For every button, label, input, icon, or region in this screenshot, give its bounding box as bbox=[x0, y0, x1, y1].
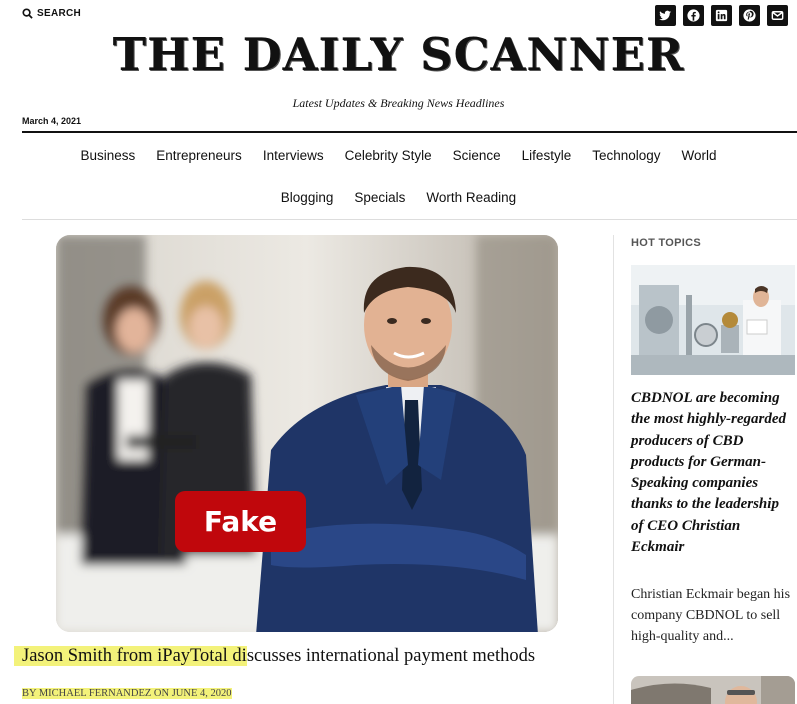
fake-badge: Fake bbox=[175, 491, 306, 552]
search-button[interactable]: SEARCH bbox=[22, 8, 81, 19]
nav-item-blogging[interactable]: Blogging bbox=[281, 190, 334, 205]
article-headline[interactable]: Jason Smith from iPayTotal discusses int… bbox=[22, 645, 582, 667]
site-tagline: Latest Updates & Breaking News Headlines bbox=[292, 96, 505, 110]
header-divider bbox=[22, 131, 797, 133]
sidebar-divider bbox=[613, 235, 614, 704]
headline-highlight: Jason Smith from iPayTotal di bbox=[22, 646, 247, 666]
secondary-nav: Blogging Specials Worth Reading bbox=[0, 190, 797, 205]
search-icon bbox=[22, 8, 33, 19]
facebook-icon[interactable] bbox=[683, 5, 704, 26]
next-hot-topic-thumbnail[interactable] bbox=[631, 676, 795, 704]
hot-topic-thumbnail[interactable] bbox=[631, 265, 795, 375]
search-label: SEARCH bbox=[37, 8, 82, 19]
nav-item-science[interactable]: Science bbox=[453, 148, 501, 163]
article-byline: BY MICHAEL FERNANDEZ ON JUNE 4, 2020 bbox=[22, 688, 232, 699]
nav-item-entrepreneurs[interactable]: Entrepreneurs bbox=[156, 148, 242, 163]
nav-item-specials[interactable]: Specials bbox=[354, 190, 405, 205]
byline-highlight: BY MICHAEL FERNANDEZ ON JUNE 4, 2020 bbox=[22, 688, 232, 699]
nav-divider bbox=[22, 219, 797, 220]
nav-item-world[interactable]: World bbox=[682, 148, 717, 163]
featured-article-image[interactable] bbox=[56, 235, 558, 632]
site-logo[interactable]: THE DAILY SCANNER bbox=[0, 28, 797, 81]
nav-item-technology[interactable]: Technology bbox=[592, 148, 660, 163]
social-links bbox=[655, 5, 788, 26]
pinterest-icon[interactable] bbox=[739, 5, 760, 26]
nav-item-celebrity-style[interactable]: Celebrity Style bbox=[345, 148, 432, 163]
nav-item-lifestyle[interactable]: Lifestyle bbox=[522, 148, 572, 163]
hot-topics-heading: HOT TOPICS bbox=[631, 237, 702, 249]
headline-rest: scusses international payment methods bbox=[246, 646, 536, 666]
nav-item-interviews[interactable]: Interviews bbox=[263, 148, 324, 163]
email-icon[interactable] bbox=[767, 5, 788, 26]
hot-topic-excerpt: Christian Eckmair began his company CBDN… bbox=[631, 587, 791, 644]
nav-item-worth-reading[interactable]: Worth Reading bbox=[426, 190, 516, 205]
twitter-icon[interactable] bbox=[655, 5, 676, 26]
nav-item-business[interactable]: Business bbox=[80, 148, 135, 163]
linkedin-icon[interactable] bbox=[711, 5, 732, 26]
hot-topic-title[interactable]: CBDNOL are becoming the most highly-rega… bbox=[631, 388, 795, 558]
main-nav: Business Entrepreneurs Interviews Celebr… bbox=[0, 148, 797, 163]
current-date: March 4, 2021 bbox=[22, 116, 82, 126]
